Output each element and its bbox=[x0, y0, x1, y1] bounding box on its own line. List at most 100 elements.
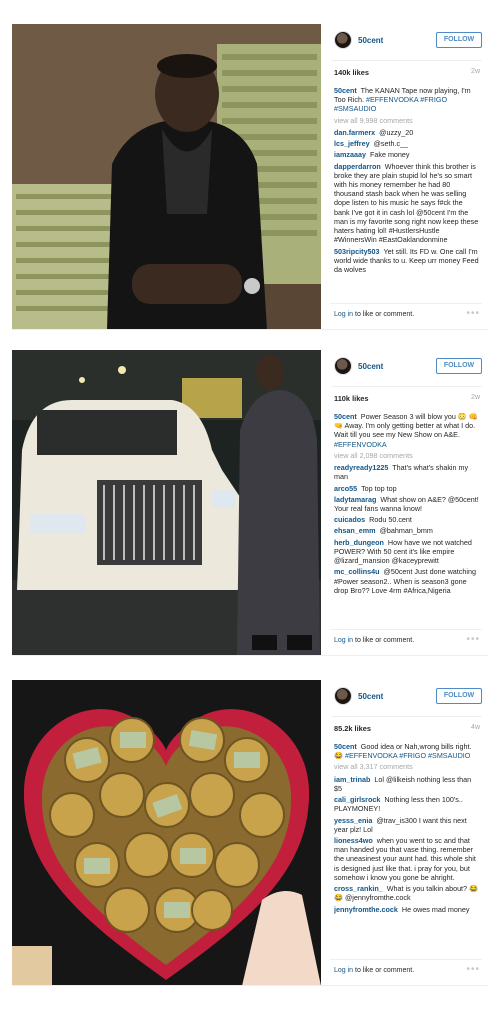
login-prompt-text: to like or comment. bbox=[355, 637, 415, 644]
caption-tags[interactable]: #EFFENVODKA bbox=[334, 440, 387, 449]
post-2: 50cent FOLLOW 110k likes 2w 50cent Power… bbox=[12, 350, 488, 656]
comment-username[interactable]: dan.farmerx bbox=[334, 128, 375, 137]
post-panel: 50cent FOLLOW 140k likes 2w 50cent The K… bbox=[330, 24, 488, 329]
more-options-icon[interactable]: ••• bbox=[466, 964, 480, 977]
post-1: 50cent FOLLOW 140k likes 2w 50cent The K… bbox=[12, 24, 488, 330]
follow-button[interactable]: FOLLOW bbox=[436, 32, 482, 48]
comment-username[interactable]: jennyfromthe.cock bbox=[334, 905, 398, 914]
comment-text: Fake money bbox=[369, 150, 410, 160]
avatar[interactable] bbox=[334, 687, 352, 705]
username-link[interactable]: 50cent bbox=[358, 36, 383, 46]
login-prompt: Log in to like or comment. bbox=[334, 311, 414, 320]
post-3: 50cent FOLLOW 85.2k likes 4w 50cent Good… bbox=[12, 680, 488, 986]
avatar[interactable] bbox=[334, 31, 352, 49]
comment-username[interactable]: cali_girlsrock bbox=[334, 795, 380, 804]
post-header: 50cent FOLLOW bbox=[330, 28, 488, 50]
view-all-comments-link[interactable]: view all 2,098 comments bbox=[334, 451, 480, 460]
comment: iam_trinab Lol @lilkeish nothing less th… bbox=[334, 775, 480, 793]
comment-username[interactable]: ehsan_emm bbox=[334, 526, 376, 535]
comment-text: @uzzy_20 bbox=[379, 127, 414, 137]
login-prompt: Log in to like or comment. bbox=[334, 967, 414, 976]
post-photo[interactable] bbox=[12, 680, 321, 985]
comment: iamzaaay Fake money bbox=[334, 150, 480, 159]
caption: 50cent Good idea or Nah,wrong bills righ… bbox=[334, 742, 480, 760]
comment: herb_dungeon How have we not watched POW… bbox=[334, 538, 480, 566]
post-age[interactable]: 2w bbox=[471, 394, 480, 403]
comments-list: 50cent The KANAN Tape now playing, I'm T… bbox=[334, 86, 480, 299]
comment-username[interactable]: 503ripcity503 bbox=[334, 247, 380, 256]
login-link[interactable]: Log in bbox=[334, 637, 353, 644]
view-all-comments-link[interactable]: view all 9,998 comments bbox=[334, 116, 480, 125]
comments-list: 50cent Power Season 3 will blow you 😳 👊 … bbox=[334, 412, 480, 625]
comment: cross_rankin_ What is you talkin about? … bbox=[334, 884, 480, 902]
follow-button[interactable]: FOLLOW bbox=[436, 688, 482, 704]
likes-count[interactable]: 85.2k likes bbox=[334, 724, 371, 733]
caption-username[interactable]: 50cent bbox=[334, 86, 357, 95]
comment-username[interactable]: yesss_enia bbox=[334, 816, 372, 825]
comment-username[interactable]: herb_dungeon bbox=[334, 538, 384, 547]
comment-username[interactable]: ladytamarag bbox=[334, 495, 376, 504]
caption-username[interactable]: 50cent bbox=[334, 742, 357, 751]
comment-text: He owes mad money bbox=[401, 904, 470, 914]
post-footer: Log in to like or comment. ••• bbox=[330, 959, 482, 981]
money-portrait-image bbox=[12, 24, 321, 329]
comment-username[interactable]: readyready1225 bbox=[334, 463, 388, 472]
divider bbox=[332, 716, 482, 717]
post-photo[interactable] bbox=[12, 24, 321, 329]
likes-row: 110k likes 2w bbox=[334, 394, 480, 406]
comment: cali_girlsrock Nothing less then 100's..… bbox=[334, 795, 480, 813]
post-photo[interactable] bbox=[12, 350, 321, 655]
likes-count[interactable]: 110k likes bbox=[334, 394, 369, 403]
comment: ehsan_emm @bahman_bmm bbox=[334, 526, 480, 535]
comment-text: Rodu 50.cent bbox=[369, 515, 412, 525]
comment-username[interactable]: lioness4wo bbox=[334, 836, 373, 845]
comment: mc_collins4u @50cent Just done watching … bbox=[334, 567, 480, 595]
comment-text: Whoever think this brother is broke they… bbox=[334, 161, 479, 245]
divider bbox=[332, 60, 482, 61]
comment-text: Top top top bbox=[361, 483, 397, 493]
view-all-comments-link[interactable]: view all 3,317 comments bbox=[334, 762, 480, 771]
caption: 50cent Power Season 3 will blow you 😳 👊 … bbox=[334, 412, 480, 449]
comment-text: @bahman_bmm bbox=[379, 526, 433, 536]
comment: readyready1225 That's what's shakin my m… bbox=[334, 463, 480, 481]
username-link[interactable]: 50cent bbox=[358, 692, 383, 702]
likes-row: 140k likes 2w bbox=[334, 68, 480, 80]
avatar[interactable] bbox=[334, 357, 352, 375]
more-options-icon[interactable]: ••• bbox=[466, 308, 480, 321]
comment-username[interactable]: arco55 bbox=[334, 484, 357, 493]
comment: jennyfromthe.cock He owes mad money bbox=[334, 905, 480, 914]
comment: arco55 Top top top bbox=[334, 484, 480, 493]
likes-count[interactable]: 140k likes bbox=[334, 68, 369, 77]
caption-tags[interactable]: #EFFENVODKA #FRIGO #SMSAUDIO bbox=[345, 751, 470, 760]
comment-username[interactable]: mc_collins4u bbox=[334, 567, 380, 576]
comments-list: 50cent Good idea or Nah,wrong bills righ… bbox=[334, 742, 480, 955]
username-link[interactable]: 50cent bbox=[358, 362, 383, 372]
login-link[interactable]: Log in bbox=[334, 311, 353, 318]
comment-text: @seth.c__ bbox=[373, 139, 409, 149]
caption-username[interactable]: 50cent bbox=[334, 412, 357, 421]
post-panel: 50cent FOLLOW 85.2k likes 4w 50cent Good… bbox=[330, 680, 488, 985]
comment: dapperdarron Whoever think this brother … bbox=[334, 162, 480, 245]
post-header: 50cent FOLLOW bbox=[330, 684, 488, 706]
post-age[interactable]: 4w bbox=[471, 724, 480, 733]
more-options-icon[interactable]: ••• bbox=[466, 634, 480, 647]
post-header: 50cent FOLLOW bbox=[330, 354, 488, 376]
login-link[interactable]: Log in bbox=[334, 967, 353, 974]
comment-username[interactable]: lcs_jeffrey bbox=[334, 139, 370, 148]
comment: 503ripcity503 Yet still. Its FD w. One c… bbox=[334, 247, 480, 275]
login-prompt-text: to like or comment. bbox=[355, 967, 415, 974]
post-footer: Log in to like or comment. ••• bbox=[330, 629, 482, 651]
comment-username[interactable]: iam_trinab bbox=[334, 775, 370, 784]
comment: lioness4wo when you went to sc and that … bbox=[334, 836, 480, 882]
comment: cuicados Rodu 50.cent bbox=[334, 515, 480, 524]
post-age[interactable]: 2w bbox=[471, 68, 480, 77]
comment-username[interactable]: iamzaaay bbox=[334, 150, 366, 159]
comment: ladytamarag What show on A&E? @50cent! Y… bbox=[334, 495, 480, 513]
comment-username[interactable]: cuicados bbox=[334, 515, 365, 524]
comment-username[interactable]: cross_rankin_ bbox=[334, 884, 383, 893]
post-footer: Log in to like or comment. ••• bbox=[330, 303, 482, 325]
caption: 50cent The KANAN Tape now playing, I'm T… bbox=[334, 86, 480, 114]
car-portrait-image bbox=[12, 350, 321, 655]
comment-username[interactable]: dapperdarron bbox=[334, 162, 381, 171]
follow-button[interactable]: FOLLOW bbox=[436, 358, 482, 374]
